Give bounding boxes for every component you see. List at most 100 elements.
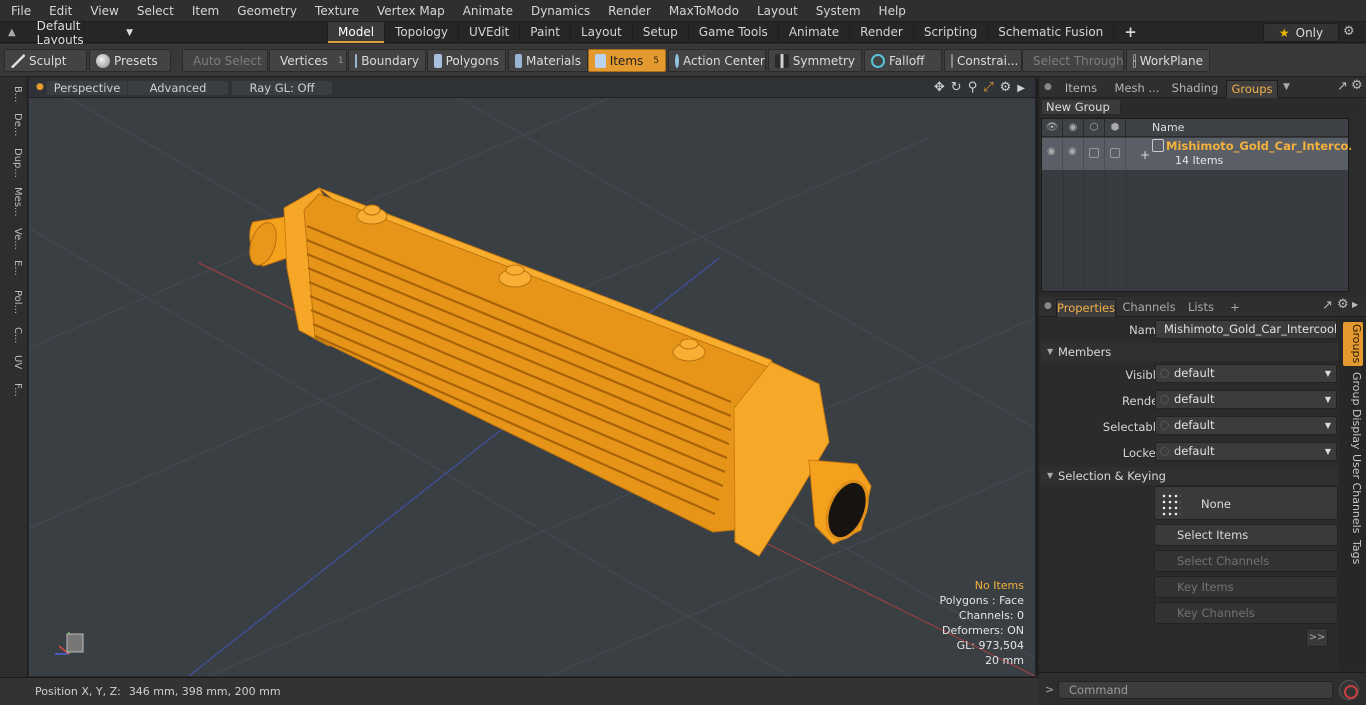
tab-channels[interactable]: Channels (1121, 299, 1177, 317)
tab-game-tools[interactable]: Game Tools (687, 22, 778, 43)
view-type-dropdown[interactable]: Perspective (47, 81, 127, 95)
side-tab-user-channels[interactable]: User Channels (1343, 454, 1363, 533)
tab-topology[interactable]: Topology (384, 22, 458, 43)
locked-dropdown[interactable]: default ▼ (1155, 442, 1337, 461)
symmetry-button[interactable]: Symmetry (768, 49, 862, 72)
left-tab-curve[interactable]: C... (4, 322, 23, 348)
groups-list-scrollbar[interactable] (1351, 118, 1361, 292)
viewport-expand-icon[interactable]: ▶ (1017, 80, 1025, 97)
falloff-button[interactable]: Falloff (864, 49, 942, 72)
tab-animate[interactable]: Animate (777, 22, 849, 43)
menu-system[interactable]: System (807, 0, 870, 22)
menu-maxtomodo[interactable]: MaxToModo (660, 0, 748, 22)
zoom-view-icon[interactable]: ⚲ (968, 80, 978, 97)
render-toggle-icon[interactable]: ◉ (1068, 146, 1077, 157)
left-tab-duplicate[interactable]: Dup... (4, 146, 23, 180)
left-tab-basic[interactable]: B... (4, 82, 23, 106)
action-center-button[interactable]: Action Center (668, 49, 766, 72)
menu-vertex-map[interactable]: Vertex Map (368, 0, 454, 22)
selection-set-none-button[interactable]: None (1154, 486, 1338, 520)
only-toggle-button[interactable]: ★ Only (1263, 23, 1339, 42)
vertices-mode-button[interactable]: Vertices 1 (269, 49, 347, 72)
sculpt-button[interactable]: Sculpt (4, 49, 87, 72)
properties-expand-icon[interactable]: ▶ (1352, 300, 1358, 309)
left-tab-edge[interactable]: E... (4, 256, 23, 280)
selection-keying-section[interactable]: ▼ Selection & Keying (1041, 467, 1338, 485)
tab-schematic-fusion[interactable]: Schematic Fusion (987, 22, 1113, 43)
left-tab-polygon[interactable]: Pol... (4, 284, 23, 320)
items-mode-button[interactable]: Items 5 (588, 49, 666, 72)
add-tab-button[interactable]: + (1113, 22, 1147, 43)
side-tab-tags[interactable]: Tags (1343, 536, 1363, 568)
left-tab-uv[interactable]: UV (4, 352, 23, 372)
tab-render[interactable]: Render (849, 22, 913, 43)
menu-dynamics[interactable]: Dynamics (522, 0, 599, 22)
side-tab-groups[interactable]: Groups (1343, 322, 1363, 366)
menu-texture[interactable]: Texture (306, 0, 368, 22)
render-dropdown[interactable]: default ▼ (1155, 390, 1337, 409)
tab-scripting[interactable]: Scripting (912, 22, 987, 43)
presets-button[interactable]: Presets (89, 49, 171, 72)
shading-dropdown[interactable]: Advanced (128, 81, 228, 95)
rotate-view-icon[interactable]: ↻ (951, 80, 962, 97)
select-channels-button[interactable]: Select Channels (1154, 550, 1338, 572)
visibility-eye-icon[interactable]: ◉ (1047, 146, 1056, 157)
move-view-icon[interactable]: ✥ (934, 80, 945, 97)
workplane-button[interactable]: WorkPlane (1126, 49, 1210, 72)
maximize-properties-icon[interactable]: ↗ (1322, 298, 1333, 313)
tab-model[interactable]: Model (327, 22, 385, 43)
menu-geometry[interactable]: Geometry (228, 0, 306, 22)
expand-plus-icon[interactable]: + (1140, 148, 1150, 162)
tab-items[interactable]: Items (1059, 80, 1103, 98)
record-macro-icon[interactable] (1339, 680, 1359, 700)
tab-groups[interactable]: Groups (1226, 80, 1278, 98)
layouts-dropdown[interactable]: ▲ Default Layouts ▼ (0, 19, 133, 47)
eye-icon[interactable]: 👁 (1042, 119, 1063, 137)
menu-help[interactable]: Help (870, 0, 915, 22)
command-history-icon[interactable]: > (1045, 683, 1054, 696)
tab-shading[interactable]: Shading (1169, 80, 1221, 98)
members-section[interactable]: ▼ Members (1041, 343, 1338, 361)
left-tab-fusion[interactable]: F... (4, 376, 23, 404)
select-items-button[interactable]: Select Items (1154, 524, 1338, 546)
properties-gear-icon[interactable]: ⚙ (1337, 297, 1349, 312)
left-tab-vertex[interactable]: Ve... (4, 224, 23, 254)
select-through-button[interactable]: Select Through (1022, 49, 1124, 72)
command-input[interactable]: Command (1058, 681, 1333, 699)
menu-item[interactable]: Item (183, 0, 228, 22)
viewport-canvas[interactable] (29, 98, 1035, 676)
tab-mesh[interactable]: Mesh ... (1111, 80, 1163, 98)
panel-gear-icon[interactable]: ⚙ (1351, 78, 1363, 93)
3d-viewport[interactable]: No Items Polygons : Face Channels: 0 Def… (29, 98, 1035, 676)
maximize-panel-icon[interactable]: ↗ (1337, 79, 1348, 94)
selectable-icon[interactable]: ⬡ (1084, 119, 1105, 137)
tabs-dropdown-icon[interactable]: ▼ (1283, 82, 1290, 92)
visible-dropdown[interactable]: default ▼ (1155, 364, 1337, 383)
menu-select[interactable]: Select (128, 0, 183, 22)
side-tab-group-display[interactable]: Group Display (1343, 372, 1363, 450)
polygons-mode-button[interactable]: Polygons (427, 49, 506, 72)
gear-icon[interactable]: ⚙ (1343, 24, 1355, 39)
key-items-button[interactable]: Key Items (1154, 576, 1338, 598)
more-options-button[interactable]: >> (1306, 628, 1328, 647)
tab-setup[interactable]: Setup (631, 22, 688, 43)
properties-menu-dot-icon[interactable]: ● (1044, 301, 1052, 311)
new-group-button[interactable]: New Group (1041, 99, 1121, 115)
materials-mode-button[interactable]: Materials (508, 49, 588, 72)
tab-paint[interactable]: Paint (519, 22, 570, 43)
boundary-mode-button[interactable]: Boundary (348, 49, 426, 72)
expand-up-icon[interactable]: ▲ (8, 27, 21, 38)
key-channels-button[interactable]: Key Channels (1154, 602, 1338, 624)
tab-lists[interactable]: Lists (1181, 299, 1221, 317)
tab-uvedit[interactable]: UVEdit (458, 22, 519, 43)
fit-view-icon[interactable]: ⤢ (983, 80, 993, 97)
group-row[interactable]: ◉ ◉ + Mishimoto_Gold_Car_Interco... 14 I… (1042, 138, 1362, 170)
selectable-dropdown[interactable]: default ▼ (1155, 416, 1337, 435)
raygl-dropdown[interactable]: Ray GL: Off (232, 81, 332, 95)
lock-checkbox[interactable] (1110, 148, 1120, 158)
menu-layout[interactable]: Layout (748, 0, 807, 22)
lock-icon[interactable]: ⬢ (1105, 119, 1126, 137)
panel-menu-dot-icon[interactable]: ● (1044, 82, 1052, 92)
render-icon[interactable]: ◉ (1063, 119, 1084, 137)
tab-properties[interactable]: Properties (1056, 299, 1116, 317)
